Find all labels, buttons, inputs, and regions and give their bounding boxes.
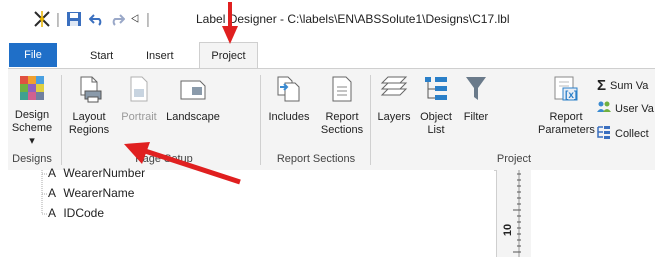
users-icon	[597, 101, 611, 116]
tree-item[interactable]: A IDCode	[48, 206, 104, 220]
title-bar: | ⨞ | Label Designer - C:\labels\EN\ABSS…	[0, 0, 655, 38]
group-report-sections-label: Report Sections	[276, 153, 356, 165]
portrait-page-icon	[116, 75, 162, 107]
tab-start[interactable]: Start	[90, 44, 113, 68]
report-sections-label-1: Report	[325, 111, 359, 123]
annotation-arrow-down-icon	[222, 2, 238, 44]
vertical-ruler: 10	[496, 170, 532, 257]
object-list-label-1: Object	[420, 111, 452, 123]
includes-button[interactable]: Includes	[264, 75, 314, 124]
layout-regions-label-1: Layout	[72, 111, 106, 123]
report-parameters-label-2: Parameters	[538, 124, 595, 136]
redo-icon[interactable]	[108, 8, 126, 30]
report-parameters-icon: [x]	[538, 75, 594, 107]
group-designs-label: Designs	[12, 153, 52, 165]
undo-icon[interactable]	[88, 8, 106, 30]
sum-variables-button[interactable]: Σ Sum Va	[597, 77, 648, 94]
layout-regions-button[interactable]: Layout Regions	[64, 75, 114, 137]
collections-button[interactable]: Collect	[597, 125, 649, 142]
annotation-arrow-diagonal-icon	[124, 142, 241, 185]
report-sections-icon	[318, 75, 366, 107]
object-list-icon	[416, 75, 456, 107]
field-tree: A WearerNumber A WearerName A IDCode	[0, 166, 494, 257]
filter-label: Filter	[463, 111, 489, 123]
design-scheme-button[interactable]: Design Scheme ▾	[10, 75, 54, 148]
color-grid-icon	[10, 75, 54, 105]
group-separator	[260, 75, 261, 165]
type-a-icon: A	[48, 206, 57, 220]
landscape-label: Landscape	[166, 111, 220, 123]
object-list-label-2: List	[427, 124, 445, 136]
tree-item-label: WearerName	[63, 186, 135, 200]
ruler-mark: 10	[502, 223, 514, 237]
separator: |	[56, 10, 60, 28]
include-pages-icon	[264, 75, 314, 107]
tab-project[interactable]: Project	[199, 42, 258, 69]
portrait-label: Portrait	[121, 111, 157, 123]
customize-dropdown-icon[interactable]: ⨞	[128, 8, 142, 30]
collection-icon	[597, 125, 611, 142]
landscape-page-icon	[164, 75, 222, 107]
landscape-button[interactable]: Landscape	[164, 75, 222, 124]
collections-label: Collect	[615, 127, 649, 140]
tab-insert[interactable]: Insert	[146, 44, 174, 68]
report-parameters-button[interactable]: [x] Report Parameters	[538, 75, 595, 137]
ribbon-panel: Design Scheme ▾ Designs Layout Regions P…	[8, 68, 655, 171]
ribbon-tabs: File Start Insert Project	[0, 38, 655, 69]
type-a-icon: A	[48, 166, 57, 180]
report-sections-button[interactable]: Report Sections	[318, 75, 366, 137]
user-variables-label: User Va	[615, 102, 654, 115]
report-parameters-label-1: Report	[549, 111, 583, 123]
tree-item-label: IDCode	[63, 206, 105, 220]
layers-button[interactable]: Layers	[374, 75, 414, 124]
save-icon[interactable]	[64, 8, 84, 30]
group-separator	[370, 75, 371, 165]
type-a-icon: A	[48, 186, 57, 200]
design-scheme-label-1: Design	[14, 109, 50, 121]
user-variables-button[interactable]: User Va	[597, 101, 654, 116]
tree-item[interactable]: A WearerName	[48, 186, 134, 200]
filter-funnel-icon	[458, 75, 494, 107]
portrait-button[interactable]: Portrait	[116, 75, 162, 124]
design-canvas[interactable]	[531, 170, 655, 257]
layers-icon	[374, 75, 414, 107]
design-scheme-label-2: Scheme ▾	[11, 122, 53, 147]
layers-label: Layers	[377, 111, 411, 123]
tab-file[interactable]: File	[9, 43, 57, 67]
object-list-button[interactable]: Object List	[416, 75, 456, 137]
filter-button[interactable]: Filter	[458, 75, 494, 124]
report-sections-label-2: Sections	[320, 124, 364, 136]
printer-page-icon	[64, 75, 114, 107]
group-separator	[61, 75, 62, 165]
svg-text:[x]: [x]	[565, 90, 577, 101]
sum-variables-label: Sum Va	[610, 79, 649, 92]
group-project-label: Project	[496, 153, 532, 165]
sigma-icon: Σ	[597, 77, 607, 94]
includes-label: Includes	[268, 111, 310, 123]
x-cross-icon[interactable]	[31, 8, 53, 30]
ruler-ticks	[513, 170, 521, 257]
window-title: Label Designer - C:\labels\EN\ABSSolute1…	[196, 12, 510, 26]
separator: |	[146, 10, 150, 28]
layout-regions-label-2: Regions	[68, 124, 110, 136]
